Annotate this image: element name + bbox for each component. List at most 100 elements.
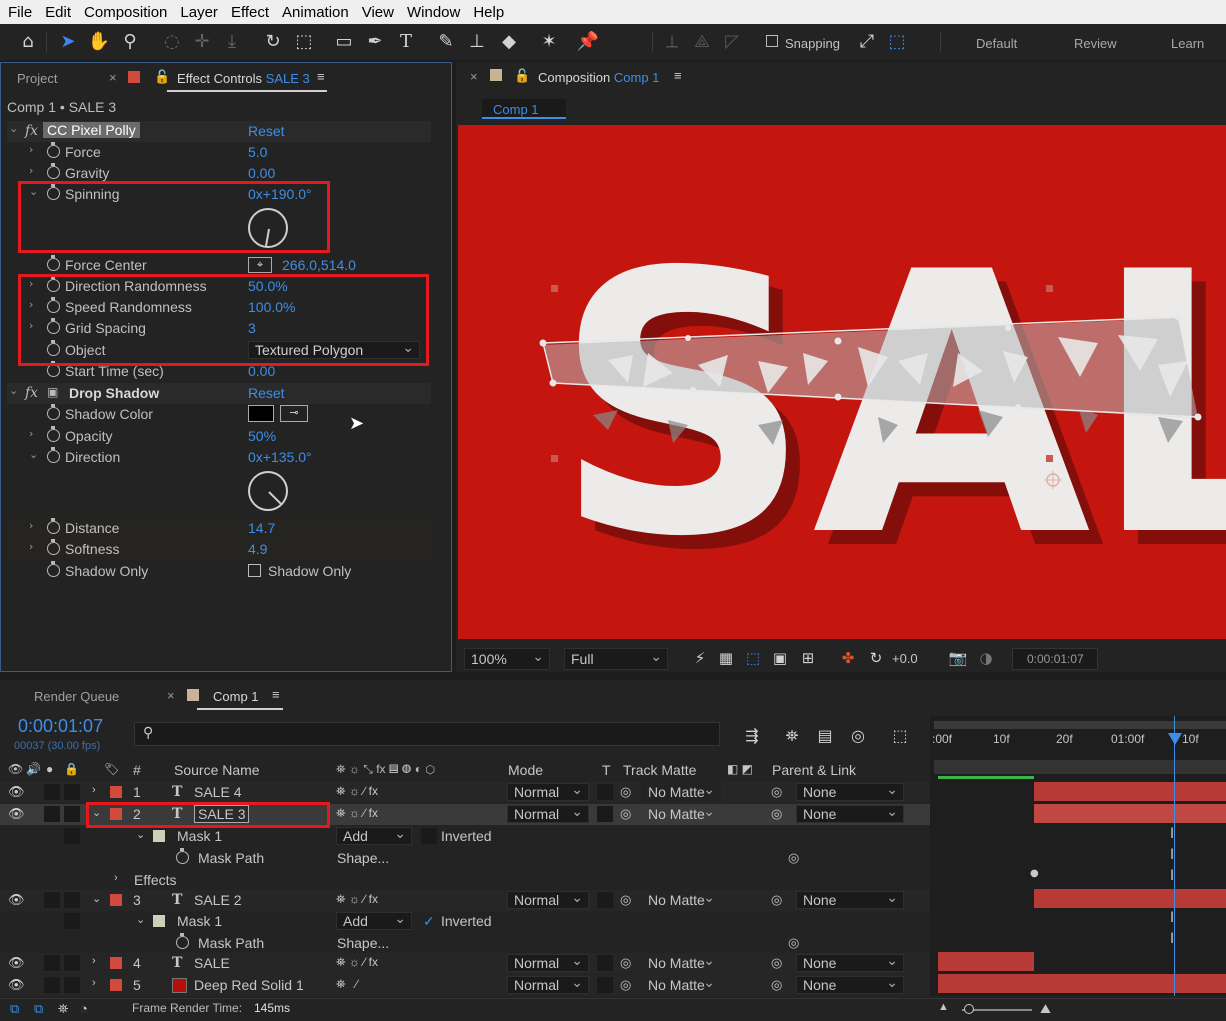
layer-bar-2[interactable] [1034, 804, 1226, 823]
snapping-checkbox[interactable] [766, 35, 778, 47]
layer-row-3[interactable]: 👁 ⌄ 3 T SALE 2 ⛯ ☼ ∕ fx Normal ◎ No Matt… [0, 889, 930, 911]
playhead-line[interactable] [1174, 716, 1175, 996]
header-source-name[interactable]: Source Name [174, 762, 260, 778]
fast-preview-icon[interactable]: ⚡ [688, 646, 712, 670]
hand-tool-icon[interactable]: ✋ [87, 30, 111, 54]
world-axis-icon[interactable]: ⟁ [690, 30, 714, 54]
pen-tool-icon[interactable]: ✒ [363, 30, 387, 54]
parent-pickwhip-icon[interactable]: ◎ [771, 892, 782, 908]
layer-switches-toggle-icon[interactable]: ⧉ [10, 1001, 19, 1017]
layer-row-4[interactable]: 👁 › 4 T SALE ⛯ ☼ ∕ fx Normal ◎ No Matte … [0, 952, 930, 974]
dolly-camera-icon[interactable]: ⤓ [220, 30, 244, 54]
grid-snap-icon[interactable]: ⬚ [885, 30, 909, 54]
layer-name[interactable]: SALE 4 [194, 784, 241, 800]
lock-switch-icon[interactable]: 🔒 [64, 762, 79, 776]
pan-camera-icon[interactable]: ✛ [190, 30, 214, 54]
pickwhip-icon[interactable]: ◎ [620, 977, 631, 993]
solo-switch-icon[interactable]: ● [46, 762, 53, 776]
eye-icon[interactable]: 👁 [8, 893, 25, 908]
solo-box[interactable] [44, 892, 60, 908]
transparency-grid-icon[interactable]: ▦ [714, 646, 738, 670]
zoom-tool-icon[interactable]: ⚲ [118, 30, 142, 54]
zoom-dropdown[interactable]: 100% [464, 646, 550, 670]
preserve-transparency-box[interactable] [597, 892, 613, 908]
chevron-down-icon[interactable]: ⌄ [136, 913, 145, 926]
layer-label-color[interactable] [110, 957, 122, 969]
layer-switches[interactable]: ⛯ ☼ ∕ fx [336, 892, 378, 907]
chevron-right-icon[interactable]: › [92, 784, 96, 796]
render-time-toggle-icon[interactable]: ◔ [80, 1001, 88, 1016]
track-matte-dropdown[interactable]: No Matte [641, 803, 721, 823]
prop-value[interactable]: 50% [248, 428, 276, 444]
layer-search-input[interactable]: ⚲ [134, 722, 720, 746]
prop-value[interactable]: 0x+135.0° [248, 449, 312, 465]
prop-value[interactable]: 0.00 [248, 165, 275, 181]
layer-bar-5[interactable] [938, 974, 1226, 993]
layer-name[interactable]: Deep Red Solid 1 [194, 977, 304, 993]
menu-effect[interactable]: Effect [231, 4, 269, 21]
stopwatch-icon[interactable] [47, 561, 60, 577]
effects-label[interactable]: Effects [134, 872, 177, 888]
layer-bar-3[interactable] [1034, 889, 1226, 908]
menu-animation[interactable]: Animation [282, 4, 349, 21]
preserve-transparency-box[interactable] [597, 955, 613, 971]
tab-render-queue[interactable]: Render Queue [34, 689, 119, 704]
layer-switches[interactable]: ⛯ ∕ [336, 977, 358, 992]
close-icon[interactable]: × [167, 688, 175, 703]
parent-dropdown[interactable]: None [796, 952, 904, 972]
selection-tool-icon[interactable]: ➤ [56, 30, 80, 54]
keyframe-dot-icon[interactable]: ● [1030, 868, 1039, 879]
solo-box[interactable] [44, 955, 60, 971]
color-channels-icon[interactable]: ✤ [836, 646, 860, 670]
track-matte-dropdown[interactable]: No Matte [641, 974, 721, 994]
in-out-toggle-icon[interactable]: ⛯ [58, 1001, 68, 1017]
parent-dropdown[interactable]: None [796, 974, 904, 994]
eyedropper-icon[interactable]: ⊸ [280, 405, 308, 422]
lock-box[interactable] [64, 806, 80, 822]
home-icon[interactable]: ⌂ [16, 30, 40, 54]
close-icon[interactable]: × [109, 70, 117, 85]
stopwatch-icon[interactable] [47, 518, 60, 534]
prop-value[interactable]: 4.9 [248, 541, 267, 557]
effect-drop-shadow[interactable]: ⌄ fx ▣ Drop Shadow Reset [7, 383, 431, 404]
mask-path-row[interactable]: Mask Path Shape... ◎ [0, 933, 930, 954]
zoom-in-icon[interactable]: ⛰ [1040, 1001, 1051, 1017]
puppet-pin-icon[interactable]: 📌 [576, 30, 600, 54]
exposure-value[interactable]: +0.0 [892, 651, 918, 666]
stopwatch-icon[interactable] [47, 426, 60, 442]
reset-link[interactable]: Reset [248, 385, 285, 401]
lock-box[interactable] [64, 892, 80, 908]
track-matte-dropdown[interactable]: No Matte [641, 781, 721, 801]
layer-switches[interactable]: ⛯ ☼ ∕ fx [336, 806, 378, 821]
mask-row[interactable]: ⌄ Mask 1 Add ✓ Inverted [0, 910, 930, 932]
effect-name[interactable]: CC Pixel Polly [43, 122, 140, 138]
mode-dropdown[interactable]: Normal [507, 803, 589, 823]
mask-mode-dropdown[interactable]: Add [336, 910, 412, 930]
video-switch-icon[interactable]: 👁 [8, 762, 23, 776]
mask-color[interactable] [153, 915, 165, 927]
motion-blur-icon[interactable]: ◎ [846, 724, 870, 748]
menu-window[interactable]: Window [407, 4, 460, 21]
mask-row[interactable]: ⌄ Mask 1 Add Inverted [0, 825, 930, 847]
lock-box[interactable] [64, 955, 80, 971]
parent-pickwhip-icon[interactable]: ◎ [771, 977, 782, 993]
parent-dropdown[interactable]: None [796, 889, 904, 909]
transfer-controls-toggle-icon[interactable]: ⧉ [34, 1001, 43, 1017]
chevron-right-icon[interactable]: › [92, 955, 96, 967]
stopwatch-icon[interactable] [47, 447, 60, 463]
layer-switches[interactable]: ⛯ ☼ ∕ fx [336, 784, 378, 799]
pickwhip-icon[interactable]: ◎ [788, 935, 799, 951]
local-axis-icon[interactable]: ⟂ [660, 30, 684, 54]
fx-icon[interactable]: fx [25, 123, 38, 139]
chevron-right-icon[interactable]: › [114, 872, 118, 884]
chevron-down-icon[interactable]: ⌄ [136, 828, 145, 841]
stopwatch-icon[interactable] [47, 255, 60, 271]
shape-link[interactable]: Shape... [337, 935, 389, 951]
tab-composition[interactable]: Composition Comp 1 [538, 70, 659, 85]
track-matte-dropdown[interactable]: No Matte [641, 889, 721, 909]
effect-cc-pixel-polly[interactable]: ⌄ fx CC Pixel Polly Reset [7, 121, 431, 142]
lock-box[interactable] [64, 977, 80, 993]
zoom-slider-handle[interactable] [964, 1004, 974, 1014]
pickwhip-icon[interactable]: ◎ [620, 806, 631, 822]
audio-switch-icon[interactable]: 🔊 [26, 762, 41, 776]
